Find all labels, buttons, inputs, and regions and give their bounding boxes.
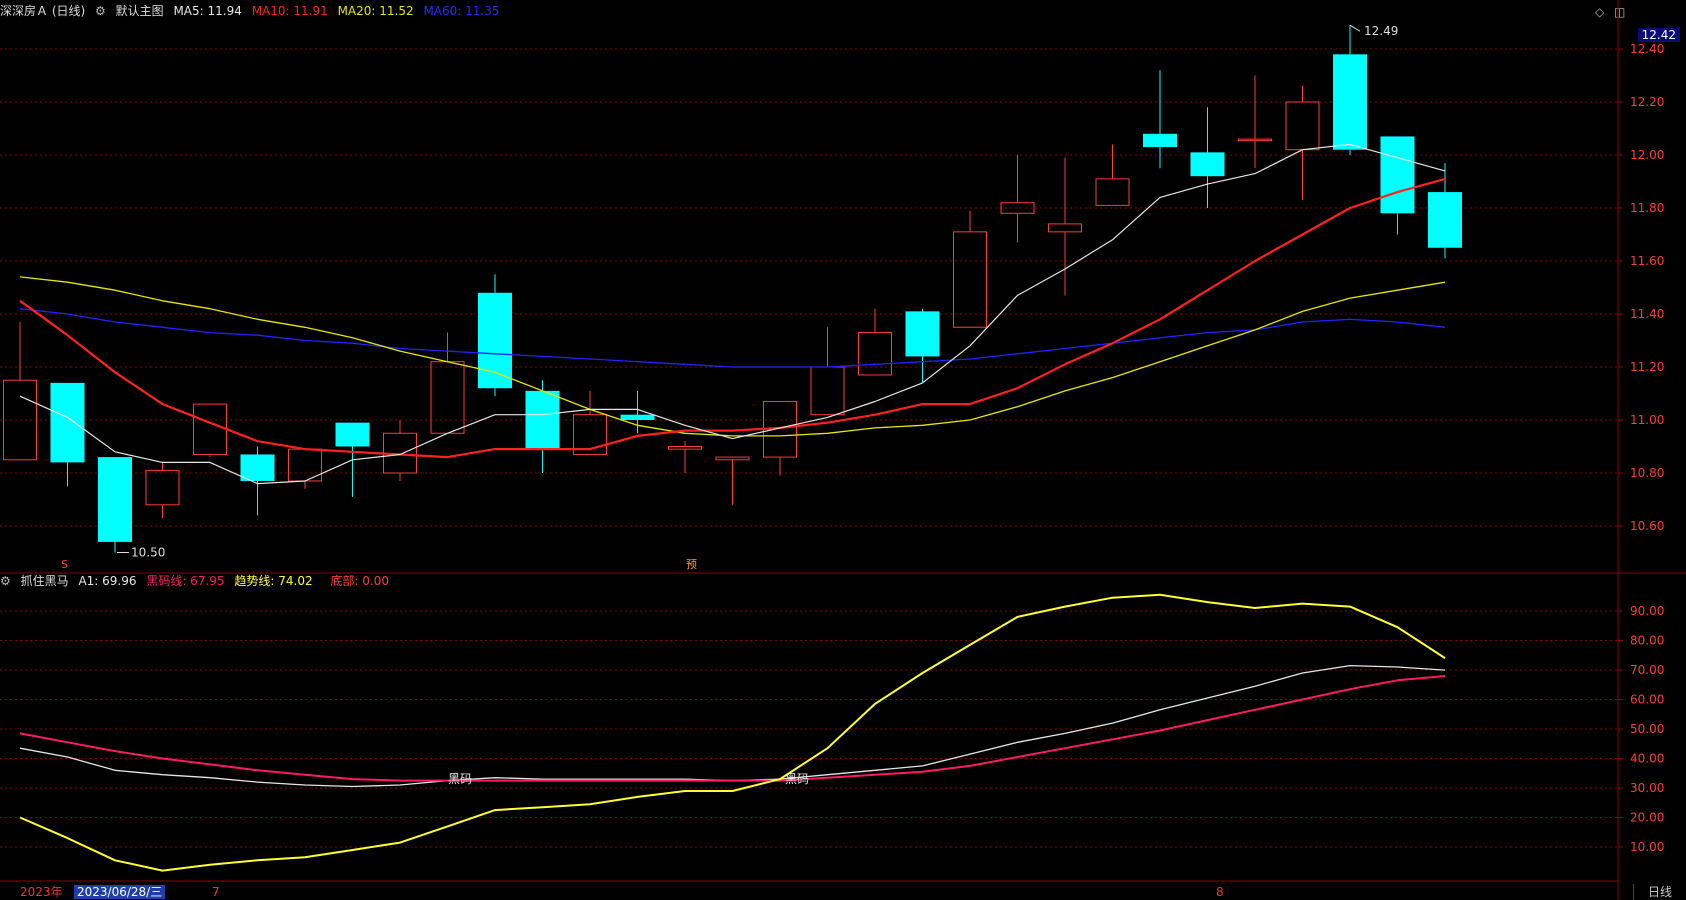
candle (1333, 25, 1367, 155)
candle-body-down (1143, 133, 1177, 148)
candle-body-down (1190, 152, 1225, 177)
candle-body-down (620, 414, 655, 420)
ma20-line (19, 276, 1446, 437)
candle (668, 441, 702, 473)
signal-s-marker: S (61, 558, 68, 571)
price-tick-label: 11.40 (1630, 307, 1664, 321)
price-tick-label: 11.00 (1630, 413, 1664, 427)
candle-body-down (240, 454, 275, 481)
candle (715, 456, 750, 505)
candle (1428, 162, 1462, 259)
candle-body-up (810, 366, 845, 416)
candle (1143, 70, 1177, 169)
grid-lines (0, 0, 1686, 900)
indicator-tick-label: 30.00 (1630, 781, 1664, 795)
indicator-tick-label: 80.00 (1630, 634, 1664, 648)
chart-canvas[interactable]: 12.40 12.20 12.00 11.80 11.60 11.40 11.20 11.00… (0, 0, 1686, 900)
price-axis: 12.40 12.20 12.00 11.80 11.60 11.40 11.20 11.00… (1618, 42, 1664, 854)
indicator-tick-label: 20.00 (1630, 811, 1664, 825)
price-tick-label: 11.80 (1630, 201, 1664, 215)
candle (430, 332, 465, 434)
low-price-label: 10.50 (131, 546, 165, 560)
indicator-lines (19, 593, 1446, 872)
candle (1238, 75, 1272, 169)
candle-body-down (50, 382, 85, 463)
high-pointer (1349, 24, 1361, 32)
candle (50, 382, 85, 487)
candle (240, 446, 275, 516)
candle-body-up (715, 456, 750, 461)
candle-body-up (953, 231, 987, 328)
candle (1285, 86, 1320, 201)
price-tick-label: 12.00 (1630, 148, 1664, 162)
candle-body-down (905, 311, 940, 357)
candle (1095, 144, 1130, 206)
date-cursor-label[interactable]: 2023/06/28/三 (74, 885, 166, 899)
candle-body-up (1285, 101, 1320, 151)
x-label-year: 2023年 (20, 885, 63, 899)
candle-body-up (193, 403, 227, 455)
x-label-month-7: 7 (212, 885, 220, 899)
indicator-tick-label: 60.00 (1630, 693, 1664, 707)
candle-body-up (858, 332, 892, 376)
price-tick-label: 11.60 (1630, 254, 1664, 268)
hm-text-2: 黑码 (785, 772, 809, 786)
candle (1190, 107, 1225, 208)
annotations: 12.49 10.50 S 预黑码 黑码 (61, 24, 1398, 786)
candle-body-down (1428, 192, 1462, 248)
indicator-tick-label: 90.00 (1630, 604, 1664, 618)
candle (193, 403, 227, 458)
candles (3, 25, 1462, 553)
signal-mid-marker: 预 (686, 558, 697, 571)
candle (953, 210, 987, 328)
price-tick-label: 11.20 (1630, 360, 1664, 374)
hm-text-1: 黑码 (448, 772, 472, 786)
candle-body-up (668, 446, 702, 450)
candle (905, 308, 940, 383)
candle-body-down (335, 422, 370, 447)
candle (3, 321, 37, 461)
stock-chart-window: 深深房Ａ (日线) ⚙ 默认主图 MA5: 11.94 MA10: 11.91 … (0, 0, 1686, 900)
candle (763, 400, 797, 476)
candle (145, 462, 180, 519)
ma10-line (19, 177, 1446, 459)
candle-body-up (1238, 138, 1272, 142)
candle-body-up (1095, 178, 1130, 206)
indicator-tick-label: 50.00 (1630, 722, 1664, 736)
candle-body-up (145, 469, 180, 506)
price-tick-label: 10.80 (1630, 466, 1664, 480)
candle-body-down (1333, 54, 1367, 150)
candle-body-down (98, 457, 132, 542)
a1-line (19, 664, 1446, 788)
candle (810, 327, 845, 416)
candle (383, 420, 417, 481)
price-tick-label: 10.60 (1630, 519, 1664, 533)
candle (1380, 136, 1415, 235)
candle (1000, 155, 1035, 243)
indicator-tick-label: 70.00 (1630, 663, 1664, 677)
candle-body-down (478, 292, 512, 389)
candle (525, 380, 560, 473)
trend-line (19, 593, 1446, 872)
candle (98, 457, 132, 553)
indicator-tick-label: 10.00 (1630, 840, 1664, 854)
candle-body-down (525, 390, 560, 450)
tab-period-daily[interactable]: 日线 (1633, 884, 1686, 900)
price-tick-label: 12.20 (1630, 95, 1664, 109)
price-tick-label: 12.40 (1630, 42, 1664, 56)
x-label-month-8: 8 (1216, 885, 1224, 899)
high-price-label: 12.49 (1364, 24, 1398, 38)
candle (288, 448, 322, 489)
candle (478, 274, 512, 397)
candle-body-up (1048, 223, 1082, 233)
indicator-tick-label: 40.00 (1630, 752, 1664, 766)
candle-body-down (1380, 136, 1415, 214)
candle-body-up (430, 361, 465, 434)
